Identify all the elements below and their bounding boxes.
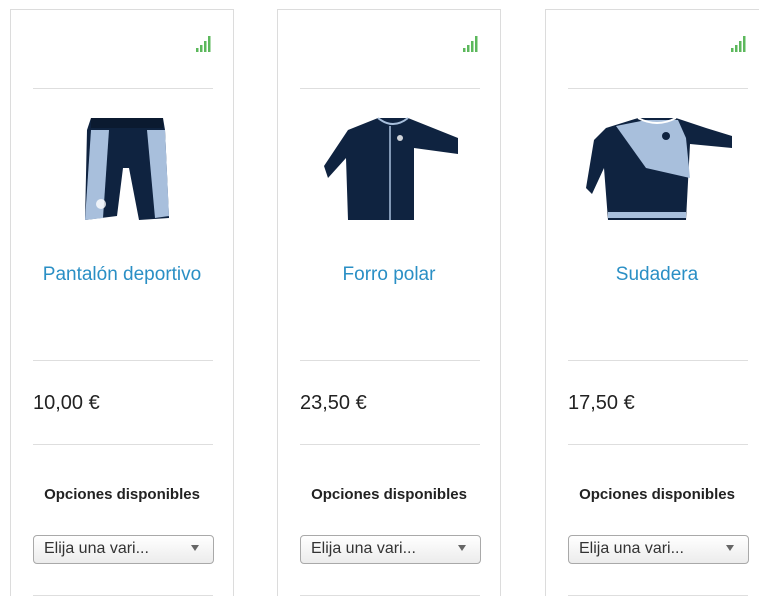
options-label: Opciones disponibles (579, 486, 735, 503)
variant-select[interactable]: Elija una vari... (33, 535, 214, 564)
product-title-link[interactable]: Pantalón deportivo (31, 263, 213, 287)
divider (33, 444, 213, 445)
product-price: 23,50 € (300, 392, 367, 414)
chevron-down-icon (726, 545, 734, 551)
shorts-icon[interactable] (51, 108, 201, 228)
product-title-link[interactable]: Sudadera (566, 263, 748, 287)
variant-select-value: Elija una vari... (579, 540, 684, 557)
divider (33, 360, 213, 361)
divider (300, 444, 480, 445)
stock-signal-icon (196, 36, 211, 52)
fleece-jacket-icon[interactable] (318, 108, 468, 228)
options-label: Opciones disponibles (311, 486, 467, 503)
divider (568, 360, 748, 361)
sweatshirt-icon[interactable] (586, 108, 736, 228)
product-price: 17,50 € (568, 392, 635, 414)
divider (300, 360, 480, 361)
product-grid: Pantalón deportivo 10,00 € Opciones disp… (0, 0, 759, 596)
chevron-down-icon (458, 545, 466, 551)
options-label: Opciones disponibles (44, 486, 200, 503)
product-card: Forro polar 23,50 € Opciones disponibles… (277, 9, 501, 596)
variant-select-value: Elija una vari... (311, 540, 416, 557)
variant-select[interactable]: Elija una vari... (568, 535, 749, 564)
chevron-down-icon (191, 545, 199, 551)
stock-signal-icon (731, 36, 746, 52)
variant-select[interactable]: Elija una vari... (300, 535, 481, 564)
stock-signal-icon (463, 36, 478, 52)
divider (300, 88, 480, 89)
divider (568, 444, 748, 445)
product-card: Sudadera 17,50 € Opciones disponibles El… (545, 9, 759, 596)
variant-select-value: Elija una vari... (44, 540, 149, 557)
divider (33, 88, 213, 89)
product-card: Pantalón deportivo 10,00 € Opciones disp… (10, 9, 234, 596)
product-price: 10,00 € (33, 392, 100, 414)
product-title-link[interactable]: Forro polar (298, 263, 480, 287)
divider (568, 88, 748, 89)
